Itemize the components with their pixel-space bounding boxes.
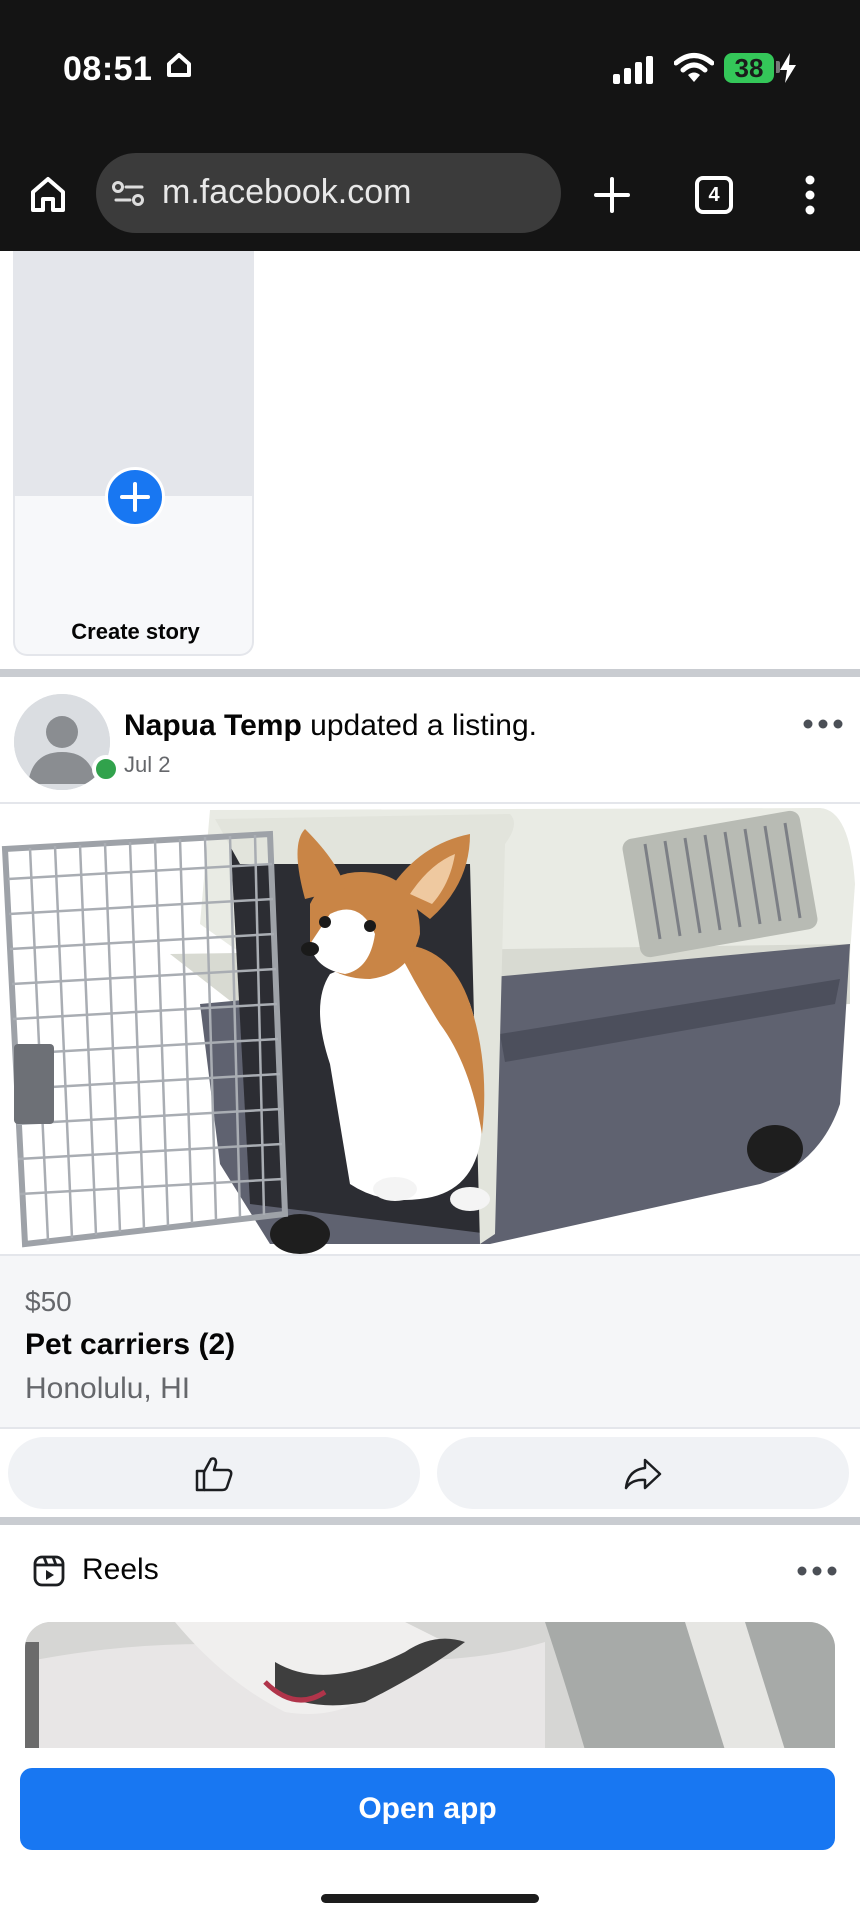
create-story-card[interactable]: Create story (13, 251, 254, 656)
pet-carrier-image (0, 804, 860, 1254)
address-bar[interactable]: m.facebook.com (96, 153, 561, 233)
bottom-bar: Open app (0, 1748, 860, 1920)
stories-tray: Create story (0, 251, 860, 669)
listing-title: Pet carriers (2) (25, 1328, 236, 1361)
reel-preview-image (25, 1622, 835, 1750)
story-card-top (15, 251, 252, 496)
browser-home-icon[interactable] (28, 174, 68, 214)
section-divider (0, 669, 860, 677)
post-more-options-icon[interactable] (803, 717, 843, 731)
online-status-dot (92, 755, 120, 783)
status-time: 08:51 (63, 50, 153, 88)
reels-label[interactable]: Reels (82, 1553, 159, 1587)
listing-details[interactable]: $50 Pet carriers (2) Honolulu, HI (0, 1254, 860, 1429)
listing-photo[interactable] (0, 804, 860, 1254)
tab-switcher-button[interactable]: 4 (695, 176, 733, 214)
battery-level: 38 (734, 53, 764, 83)
thumbs-up-icon (195, 1457, 233, 1492)
plus-icon (120, 482, 150, 512)
share-button[interactable] (437, 1437, 849, 1509)
listing-location: Honolulu, HI (25, 1372, 191, 1405)
url-text: m.facebook.com (162, 173, 412, 211)
browser-menu-icon[interactable] (800, 175, 820, 215)
reels-icon (33, 1555, 65, 1587)
share-arrow-icon (624, 1458, 662, 1490)
open-app-button[interactable]: Open app (20, 1768, 835, 1850)
site-settings-icon[interactable] (112, 181, 146, 207)
like-button[interactable] (8, 1437, 420, 1509)
post-action-text: updated a listing. (301, 709, 537, 742)
cellular-signal-icon (613, 56, 653, 84)
listing-price: $50 (25, 1286, 72, 1317)
battery-icon: 38 (724, 53, 774, 83)
reels-header: Reels (0, 1526, 860, 1616)
reel-thumbnail[interactable] (25, 1622, 835, 1750)
post-header: Napua Temp updated a listing. Jul 2 (0, 677, 860, 804)
charging-bolt-icon (780, 53, 796, 83)
post-date[interactable]: Jul 2 (124, 752, 170, 778)
reels-more-options-icon[interactable] (797, 1564, 837, 1578)
section-divider (0, 1517, 860, 1525)
post-actions (0, 1431, 860, 1517)
status-bar: 08:51 38 (0, 0, 860, 140)
post-author-name[interactable]: Napua Temp (124, 709, 302, 742)
create-story-plus-icon[interactable] (105, 467, 165, 527)
home-indicator[interactable] (321, 1894, 539, 1903)
browser-toolbar: m.facebook.com 4 (0, 140, 860, 251)
home-status-icon (167, 53, 191, 77)
wifi-icon (674, 53, 714, 82)
create-story-label: Create story (71, 619, 200, 644)
new-tab-plus-icon[interactable] (593, 176, 631, 214)
post-headline: Napua Temp updated a listing. (124, 709, 537, 743)
